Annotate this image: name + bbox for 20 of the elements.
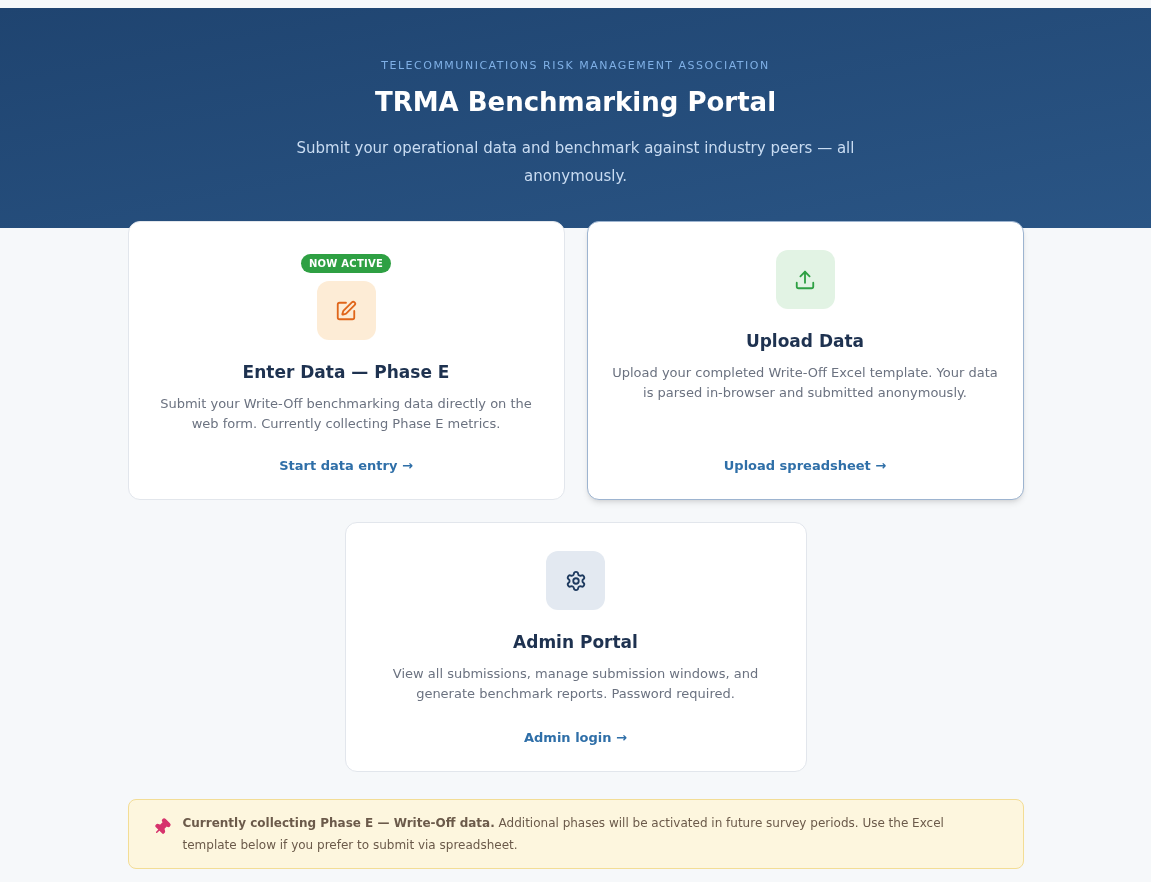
card-description: Submit your Write-Off benchmarking data directly on the web form. Currently collecting Phase E metrics. — [159, 394, 533, 433]
card-link[interactable]: Admin login → — [524, 727, 627, 747]
card[interactable]: NOW ACTIVE Enter Data — Phase E Submit your Write-Off benchmarking data directly on the web form. Currently collecting Phase E metrics. Start data entry → — [127, 221, 565, 500]
card[interactable]: Admin Portal View all submissions, manage submission windows, and generate benchmark reports. Password required. Admin login → — [344, 522, 807, 772]
upload-icon — [775, 250, 835, 309]
portal-subtitle: Submit your operational data and benchmark against industry peers — all anonymously. — [295, 137, 856, 187]
portal-title: TRMA Benchmarking Portal — [374, 85, 777, 119]
card-description: View all submissions, manage submission windows, and generate benchmark reports. Password required. — [391, 664, 760, 703]
card-title: Admin Portal — [513, 631, 638, 654]
settings-icon — [546, 551, 605, 610]
card-link[interactable]: Start data entry → — [279, 455, 413, 475]
edit-icon — [316, 281, 376, 340]
status-badge: NOW ACTIVE — [300, 254, 392, 273]
card-title: Upload Data — [745, 330, 865, 353]
card-title: Enter Data — Phase E — [242, 361, 450, 384]
card-link[interactable]: Upload spreadsheet → — [723, 455, 887, 475]
notice-text: Currently collecting Phase E — Write-Off data. Additional phases will be activated in future survey periods. Use the Excel template below if you prefer to submit via spreadsheet. — [182, 815, 945, 854]
card-description: Upload your completed Write-Off Excel template. Your data is parsed in-browser and submitted anonymously. — [611, 363, 999, 402]
card[interactable]: Upload Data Upload your completed Write-Off Excel template. Your data is parsed in-browser and submitted anonymously. Upload spreadsheet → — [586, 221, 1024, 500]
association-name: TELECOMMUNICATIONS RISK MANAGEMENT ASSOCIATION — [381, 58, 770, 74]
